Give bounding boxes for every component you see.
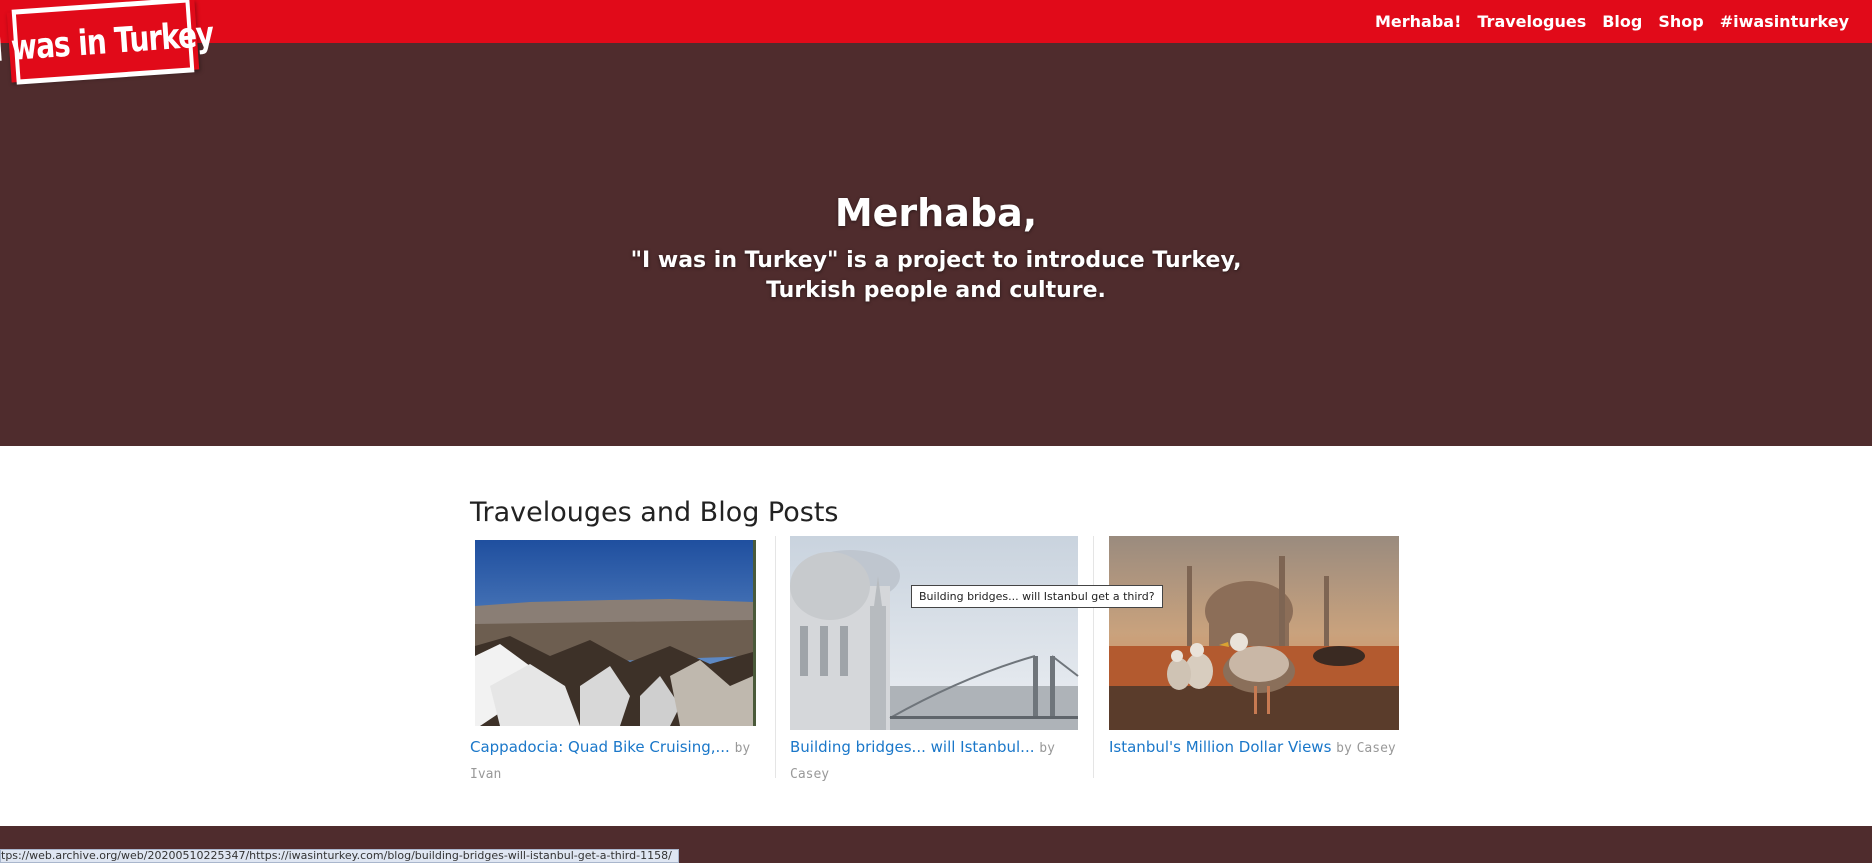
link-tooltip: Building bridges... will Istanbul get a …	[911, 585, 1163, 608]
post-caption: Building bridges... will Istanbul... by …	[790, 735, 1108, 787]
post-by-label: by	[734, 741, 751, 756]
card-divider	[775, 536, 776, 778]
hero-banner: Merhaba, "I was in Turkey" is a project …	[0, 43, 1872, 446]
post-thumbnail-istanbul[interactable]	[1109, 536, 1427, 730]
post-title-link[interactable]: Istanbul's Million Dollar Views	[1109, 738, 1331, 756]
logo-text: I was in Turkey	[0, 0, 214, 85]
hero-subtitle-line2: Turkish people and culture.	[766, 278, 1106, 303]
post-thumbnail-bridges[interactable]	[790, 536, 1108, 730]
post-card: Istanbul's Million Dollar Views by Casey	[1109, 536, 1427, 761]
nav-item-shop[interactable]: Shop	[1658, 12, 1703, 31]
card-divider	[1093, 536, 1094, 778]
post-card: Cappadocia: Quad Bike Cruising,... by Iv…	[470, 536, 788, 787]
section-title: Travelouges and Blog Posts	[470, 497, 839, 528]
post-title-link[interactable]: Cappadocia: Quad Bike Cruising,...	[470, 738, 730, 756]
post-author: Casey	[790, 767, 830, 782]
nav-item-blog[interactable]: Blog	[1602, 12, 1642, 31]
post-thumbnail-cappadocia[interactable]	[470, 536, 788, 730]
site-logo[interactable]: I was in Turkey	[0, 0, 214, 85]
post-author: Ivan	[470, 767, 502, 782]
hero-subtitle: "I was in Turkey" is a project to introd…	[0, 246, 1872, 306]
post-by-label: by	[1336, 741, 1352, 756]
post-title-link[interactable]: Building bridges... will Istanbul...	[790, 738, 1035, 756]
browser-status-bar: tps://web.archive.org/web/20200510225347…	[0, 849, 679, 863]
hero-subtitle-line1: "I was in Turkey" is a project to introd…	[630, 248, 1242, 273]
post-caption: Cappadocia: Quad Bike Cruising,... by Iv…	[470, 735, 788, 787]
post-author: Casey	[1356, 741, 1396, 756]
post-by-label: by	[1039, 741, 1055, 756]
main-nav: Merhaba! Travelogues Blog Shop #iwasintu…	[1359, 0, 1849, 43]
hero-title: Merhaba,	[834, 191, 1038, 235]
nav-item-travelogues[interactable]: Travelogues	[1477, 12, 1586, 31]
nav-item-hashtag[interactable]: #iwasinturkey	[1720, 12, 1849, 31]
post-card: Building bridges... will Istanbul... by …	[790, 536, 1108, 787]
post-caption: Istanbul's Million Dollar Views by Casey	[1109, 735, 1427, 761]
nav-item-merhaba[interactable]: Merhaba!	[1375, 12, 1461, 31]
